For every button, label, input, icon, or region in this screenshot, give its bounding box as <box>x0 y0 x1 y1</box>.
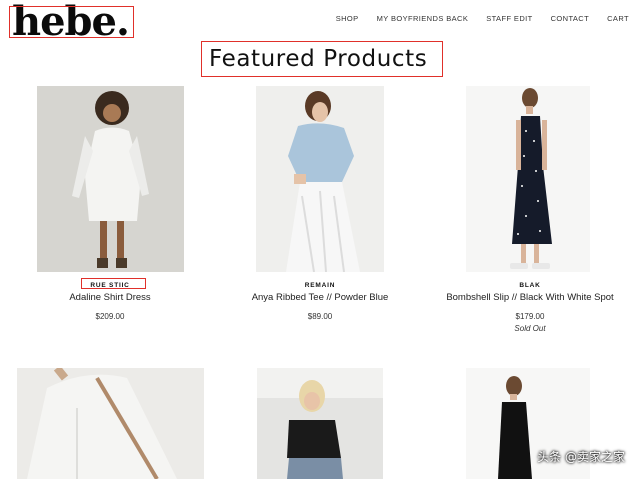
product-name-2[interactable]: Anya Ribbed Tee // Powder Blue <box>230 292 410 303</box>
product-image-anya[interactable] <box>256 86 384 272</box>
model-blue-tee <box>256 86 384 272</box>
brand-highlight-box <box>81 278 146 289</box>
product-image-row2-1[interactable] <box>17 368 204 479</box>
model-white-shirt-bag <box>17 368 204 479</box>
product-name-1[interactable]: Adaline Shirt Dress <box>30 292 190 303</box>
sold-out-label: Sold Out <box>514 324 546 333</box>
main-nav: SHOP MY BOYFRIENDS BACK STAFF EDIT CONTA… <box>318 14 629 23</box>
nav-cart[interactable]: CART <box>607 14 629 23</box>
nav-staff-edit[interactable]: STAFF EDIT <box>486 14 532 23</box>
model-black-slip <box>466 86 590 272</box>
product-price-3: $179.00 <box>515 312 545 321</box>
model-white-shirt-dress <box>37 86 184 272</box>
product-image-row2-2[interactable] <box>257 368 383 479</box>
product-image-adaline[interactable] <box>37 86 184 272</box>
watermark-text: 头条 @卖家之家 <box>537 450 625 464</box>
nav-shop[interactable]: SHOP <box>336 14 359 23</box>
product-brand-2[interactable]: REMAIN <box>280 282 360 289</box>
product-price-2: $89.00 <box>307 312 333 321</box>
model-black-top <box>257 368 383 479</box>
product-image-bombshell[interactable] <box>466 86 590 272</box>
product-brand-3[interactable]: BLAK <box>490 282 570 289</box>
nav-my-boyfriends-back[interactable]: MY BOYFRIENDS BACK <box>377 14 469 23</box>
title-highlight-box <box>201 41 443 77</box>
product-price-1: $209.00 <box>95 312 125 321</box>
nav-contact[interactable]: CONTACT <box>551 14 590 23</box>
product-name-3[interactable]: Bombshell Slip // Black With White Spot <box>430 292 630 303</box>
logo-highlight-box <box>9 6 134 38</box>
watermark: 头条 @卖家之家 <box>537 448 625 465</box>
